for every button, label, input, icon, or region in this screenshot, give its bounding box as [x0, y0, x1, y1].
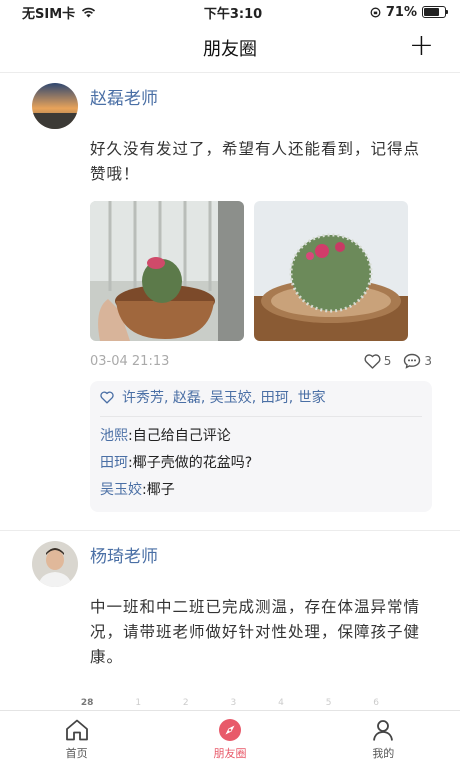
clock: 下午3:10	[203, 6, 263, 22]
status-bar: 无SIM卡 下午3:10 71%	[0, 0, 460, 24]
post-photo[interactable]	[90, 201, 244, 341]
tab-moments[interactable]: 朋友圈	[153, 711, 306, 767]
tab-label: 我的	[372, 746, 395, 760]
calendar-tick: 28	[80, 698, 94, 708]
comment-row[interactable]: 田珂:椰子壳做的花盆吗?	[100, 450, 422, 477]
tab-profile[interactable]: 我的	[307, 711, 460, 767]
calendar-tick: 3	[230, 698, 237, 708]
post-photo[interactable]	[254, 201, 408, 341]
like-button[interactable]: 5	[364, 353, 392, 369]
comment-box: 许秀芳, 赵磊, 吴玉姣, 田珂, 世家 池熙:自己给自己评论 田珂:椰子壳做的…	[90, 381, 432, 512]
avatar[interactable]	[32, 83, 78, 129]
author-name[interactable]: 赵磊老师	[90, 85, 432, 113]
comment-row[interactable]: 池熙:自己给自己评论	[100, 423, 422, 450]
compass-icon	[218, 718, 241, 741]
add-post-button[interactable]: +	[409, 31, 434, 61]
commenter-name[interactable]: 池熙	[100, 428, 128, 444]
post-text: 好久没有发过了，希望有人还能看到，记得点赞哦！	[90, 140, 421, 183]
post-meta: 03-04 21:13 5 3	[90, 353, 432, 369]
post-text: 中一班和中二班已完成测温，存在体温异常情况，请带班老师做好针对性处理，保障孩子健…	[90, 598, 421, 666]
commenter-name[interactable]: 田珂	[100, 455, 128, 471]
comment-row[interactable]: 吴玉姣:椰子	[100, 477, 422, 504]
tab-bar: 首页 朋友圈 我的	[0, 710, 460, 767]
like-count: 5	[383, 354, 392, 368]
battery-icon	[421, 6, 448, 18]
comment-text: 椰子壳做的花盆吗?	[132, 455, 253, 471]
tab-label: 首页	[65, 746, 88, 760]
page-title: 朋友圈	[203, 39, 257, 60]
likes-names[interactable]: 许秀芳, 赵磊, 吴玉姣, 田珂, 世家	[122, 387, 326, 407]
heart-outline-icon	[100, 391, 114, 404]
comment-icon	[404, 353, 421, 369]
tab-home[interactable]: 首页	[0, 711, 153, 767]
post-card: 赵磊老师 好久没有发过了，希望有人还能看到，记得点赞哦！ 03-04 21:13…	[0, 73, 460, 512]
rotation-lock-icon	[370, 7, 381, 17]
home-icon	[65, 719, 88, 740]
battery-percent: 71%	[385, 4, 417, 20]
comment-text: 自己给自己评论	[132, 428, 231, 444]
comment-button[interactable]: 3	[403, 353, 432, 369]
post-card: 杨琦老师 中一班和中二班已完成测温，存在体温异常情况，请带班老师做好针对性处理，…	[0, 531, 460, 670]
post-time: 03-04 21:13	[90, 353, 170, 369]
comment-text: 椰子	[146, 482, 175, 498]
heart-icon	[364, 353, 381, 369]
wifi-icon	[82, 7, 96, 17]
photo-grid	[90, 201, 432, 341]
calendar-tick: 2	[182, 698, 189, 708]
calendar-ticks: 28 1 2 3 4 5 6	[0, 698, 460, 710]
nav-bar: 朋友圈 +	[0, 24, 460, 73]
calendar-tick: 5	[325, 698, 332, 708]
user-icon	[373, 719, 394, 741]
author-name[interactable]: 杨琦老师	[90, 543, 432, 571]
commenter-name[interactable]: 吴玉姣	[100, 482, 142, 498]
tab-label: 朋友圈	[213, 746, 247, 760]
comment-count: 3	[424, 354, 432, 368]
avatar[interactable]	[32, 541, 78, 587]
calendar-tick: 4	[278, 698, 284, 708]
carrier-label: 无SIM卡	[22, 6, 76, 22]
calendar-tick: 1	[135, 698, 142, 708]
likes-row: 许秀芳, 赵磊, 吴玉姣, 田珂, 世家	[100, 387, 422, 417]
calendar-tick: 6	[373, 698, 380, 708]
